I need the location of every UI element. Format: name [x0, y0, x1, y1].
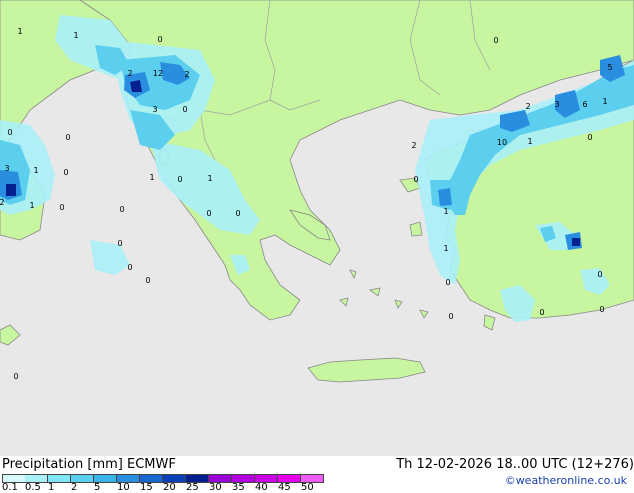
cyclades-4 — [339, 297, 349, 307]
legend-tick-label: 35 — [232, 482, 245, 493]
value-label: 0 — [235, 209, 240, 218]
map-title: Precipitation [mm] ECMWF — [2, 457, 176, 472]
value-label: 1 — [73, 31, 78, 40]
footer-bar: Precipitation [mm] ECMWF Th 12-02-2026 1… — [0, 456, 634, 493]
value-label: 0 — [182, 105, 187, 114]
value-label: 0 — [59, 203, 64, 212]
value-label: 1 — [443, 207, 448, 216]
value-label: 12 — [153, 69, 163, 78]
cyclades-3 — [394, 299, 403, 309]
map-canvas: 1 1 02 12 23 0003 1 02 1 01 0 10 0 00002 10 12 3 65100110… — [0, 0, 634, 383]
value-label: 1 — [527, 137, 532, 146]
value-label: 0 — [13, 372, 18, 381]
value-label: 0 — [493, 36, 498, 45]
cyclades-2 — [369, 287, 381, 297]
legend-tick-label: 2 — [71, 482, 78, 493]
value-label: 1 — [443, 244, 448, 253]
value-label: 2 — [127, 69, 132, 78]
legend-tick-label: 25 — [186, 482, 199, 493]
value-label: 0 — [127, 263, 132, 272]
legend-tick-label: 0.1 — [2, 482, 18, 493]
value-label: 0 — [145, 276, 150, 285]
value-label: 0 — [119, 205, 124, 214]
value-label: 0 — [7, 128, 12, 137]
value-label: 0 — [539, 308, 544, 317]
value-label: 0 — [117, 239, 122, 248]
value-label: 1 — [17, 27, 22, 36]
value-label: 2 — [411, 141, 416, 150]
legend-tick-label: 20 — [163, 482, 176, 493]
value-label: 0 — [413, 175, 418, 184]
value-label: 0 — [177, 175, 182, 184]
legend-tick-label: 1 — [48, 482, 55, 493]
crete-land — [307, 357, 426, 383]
value-label: 10 — [497, 138, 507, 147]
legend-tick-label: 45 — [278, 482, 291, 493]
legend-tick-label: 5 — [94, 482, 101, 493]
legend-tick-label: 10 — [117, 482, 130, 493]
value-label: 0 — [597, 270, 602, 279]
value-label: 0 — [157, 35, 162, 44]
value-label: 2 — [184, 70, 189, 79]
value-label: 2 — [0, 198, 5, 207]
legend-tick-label: 15 — [140, 482, 153, 493]
valid-time: Th 12-02-2026 18..00 UTC (12+276) — [396, 457, 634, 472]
legend-tick-label: 40 — [255, 482, 268, 493]
value-label: 3 — [4, 164, 9, 173]
value-label: 3 — [554, 100, 559, 109]
value-label: 0 — [65, 133, 70, 142]
value-label: 0 — [206, 209, 211, 218]
value-label: 0 — [448, 312, 453, 321]
value-label: 6 — [582, 100, 587, 109]
value-label: 5 — [607, 63, 612, 72]
value-label: 0 — [63, 168, 68, 177]
value-label: 1 — [29, 201, 34, 210]
value-label: 1 — [33, 166, 38, 175]
value-label: 1 — [149, 173, 154, 182]
value-label: 3 — [152, 105, 157, 114]
chios-land — [409, 221, 423, 237]
value-label: 0 — [599, 305, 604, 314]
cyclades-1 — [349, 269, 357, 280]
legend-tick-label: 0.5 — [25, 482, 41, 493]
credit-link[interactable]: ©weatheronline.co.uk — [505, 474, 627, 487]
value-label: 1 — [602, 97, 607, 106]
rhodes-land — [483, 314, 496, 331]
value-label: 2 — [525, 102, 530, 111]
color-legend — [2, 474, 332, 483]
sicily-land — [0, 324, 21, 346]
value-label: 0 — [445, 278, 450, 287]
legend-tick-label: 30 — [209, 482, 222, 493]
legend-tick-label: 50 — [301, 482, 314, 493]
cyclades-5 — [419, 309, 429, 319]
value-label: 1 — [207, 174, 212, 183]
precipitation-map: 1 1 0 2 12 2 3 0 0 0 3 1 0 2 1 0 1 0 1 0 0 0 0 0 0 2 10 1 2 3 6 5 1 0 0 1 1 0… — [0, 0, 634, 456]
value-label: 0 — [587, 133, 592, 142]
